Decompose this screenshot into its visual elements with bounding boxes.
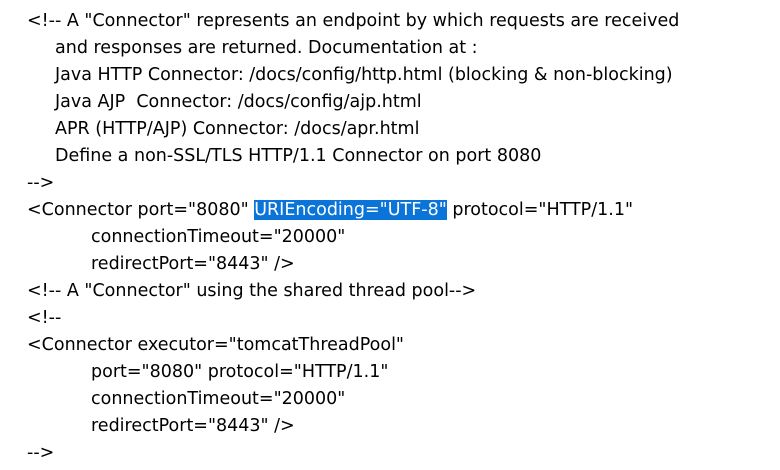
code-line[interactable]: APR (HTTP/AJP) Connector: /docs/apr.html	[55, 116, 419, 143]
code-line[interactable]: port="8080" protocol="HTTP/1.1"	[91, 359, 388, 386]
code-line[interactable]: -->	[27, 170, 54, 197]
code-line[interactable]: Define a non-SSL/TLS HTTP/1.1 Connector …	[55, 143, 541, 170]
code-line[interactable]: and responses are returned. Documentatio…	[55, 35, 478, 62]
code-line[interactable]: redirectPort="8443" />	[91, 413, 295, 440]
code-line[interactable]: <!-- A "Connector" represents an endpoin…	[27, 8, 679, 35]
code-line[interactable]: Java AJP Connector: /docs/config/ajp.htm…	[55, 89, 422, 116]
code-line[interactable]: redirectPort="8443" />	[91, 251, 295, 278]
code-text[interactable]: protocol="HTTP/1.1"	[447, 200, 633, 220]
code-line[interactable]: <!--	[27, 305, 61, 332]
code-line[interactable]: -->	[27, 440, 54, 467]
code-line-with-selection[interactable]: <Connector port="8080" URIEncoding="UTF-…	[27, 197, 633, 224]
text-editor[interactable]: <!-- A "Connector" represents an endpoin…	[0, 0, 780, 470]
code-line[interactable]: connectionTimeout="20000"	[91, 224, 345, 251]
code-line[interactable]: <Connector executor="tomcatThreadPool"	[27, 332, 404, 359]
code-line[interactable]: connectionTimeout="20000"	[91, 386, 345, 413]
code-line[interactable]: <!-- A "Connector" using the shared thre…	[27, 278, 476, 305]
selected-text[interactable]: URIEncoding="UTF-8"	[254, 200, 447, 220]
code-text[interactable]: <Connector port="8080"	[27, 200, 254, 220]
code-line[interactable]: Java HTTP Connector: /docs/config/http.h…	[55, 62, 673, 89]
